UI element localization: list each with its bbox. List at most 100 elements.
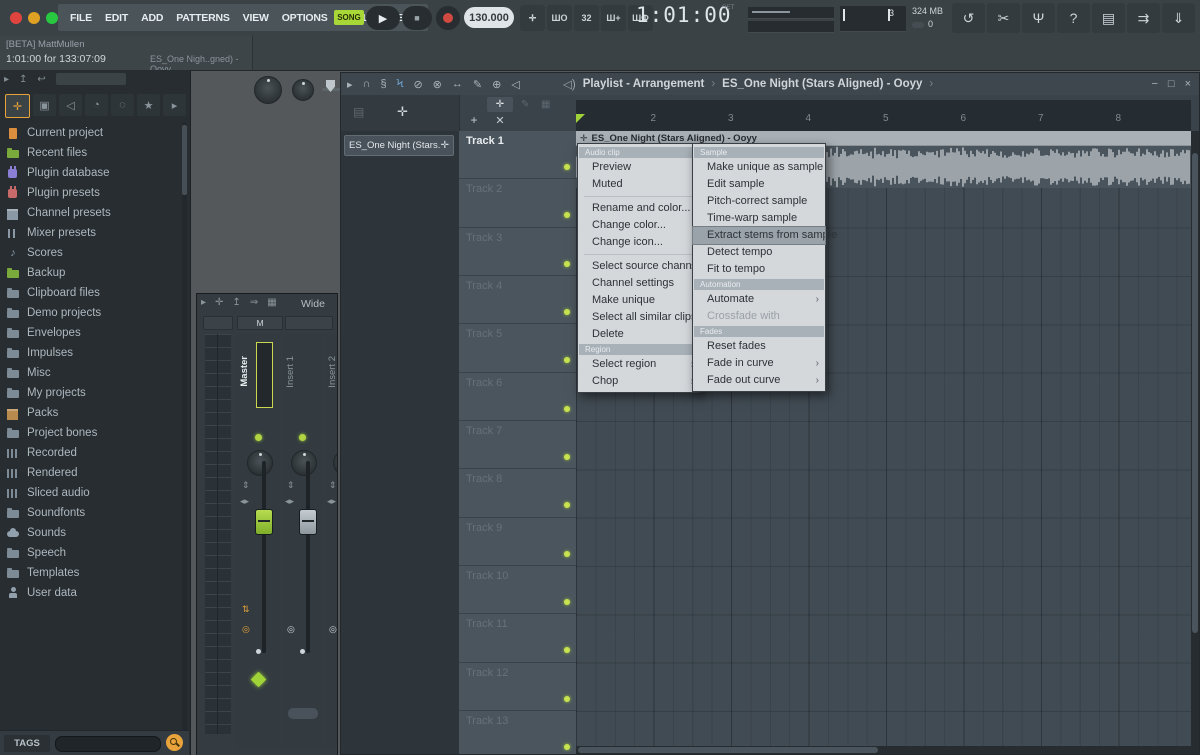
menu-item-extract-stems-from-sample[interactable]: Extract stems from sample bbox=[693, 227, 825, 244]
browser-item-rendered[interactable]: Rendered bbox=[6, 463, 178, 483]
browser-up-icon[interactable]: ↥ bbox=[19, 74, 27, 85]
menu-edit[interactable]: EDIT bbox=[105, 12, 128, 24]
typing-piano-icon[interactable]: ▤ bbox=[1092, 3, 1125, 33]
performance-tool-icon[interactable]: Ϟ bbox=[397, 78, 404, 90]
audio-clip-icon[interactable]: ✛ bbox=[397, 104, 408, 120]
browser-scrollbar[interactable] bbox=[182, 123, 187, 755]
track-header-track-11[interactable]: Track 11 bbox=[459, 614, 576, 662]
mixer-fader-handle[interactable] bbox=[299, 509, 317, 535]
fader-updown-icon[interactable]: ⇕ bbox=[287, 480, 295, 491]
browser-item-channel-presets[interactable]: Channel presets bbox=[6, 203, 178, 223]
browser-item-current-project[interactable]: Current project bbox=[6, 123, 178, 143]
mute-tool-icon[interactable]: ⊘ bbox=[413, 78, 422, 91]
playback-marker-icon[interactable]: ◁ bbox=[511, 78, 519, 91]
menu-item-select-region[interactable]: Select region› bbox=[578, 356, 700, 373]
menu-item-change-icon[interactable]: Change icon... bbox=[578, 234, 700, 251]
track-header-track-4[interactable]: Track 4 bbox=[459, 276, 576, 324]
fader-updown-icon[interactable]: ⇕ bbox=[242, 480, 250, 491]
tempo-display[interactable]: 130.000 bbox=[464, 7, 514, 28]
tab-cloud-icon[interactable]: ◌ bbox=[111, 94, 134, 116]
browser-item-speech[interactable]: Speech bbox=[6, 543, 178, 563]
track-header-track-7[interactable]: Track 7 bbox=[459, 421, 576, 469]
playlist-vertical-scrollbar[interactable] bbox=[1191, 131, 1199, 754]
fader-leftright-icon[interactable]: ◂▸ bbox=[327, 496, 336, 507]
browser-item-sliced-audio[interactable]: Sliced audio bbox=[6, 483, 178, 503]
menu-item-fade-out-curve[interactable]: Fade out curve› bbox=[693, 372, 825, 389]
menu-add[interactable]: ADD bbox=[141, 12, 163, 24]
menu-item-make-unique-as-sample[interactable]: Make unique as sample bbox=[693, 159, 825, 176]
fader-leftright-icon[interactable]: ◂▸ bbox=[285, 496, 294, 507]
browser-item-templates[interactable]: Templates bbox=[6, 563, 178, 583]
wait-input-icon[interactable]: ✛ bbox=[520, 5, 545, 31]
mixer-mute-dot[interactable] bbox=[255, 434, 262, 441]
track-mute-dot[interactable] bbox=[564, 406, 570, 412]
stretch-tool-icon[interactable]: ↔ bbox=[452, 78, 463, 90]
browser-item-backup[interactable]: Backup bbox=[6, 263, 178, 283]
fader-leftright-icon[interactable]: ◂▸ bbox=[240, 496, 249, 507]
mixer-fader-handle-master[interactable] bbox=[255, 509, 273, 535]
help-icon[interactable]: ? bbox=[1057, 3, 1090, 33]
time-display[interactable]: 1:01:00 bbox=[636, 3, 732, 27]
tab-audio-icon[interactable]: ✛ bbox=[5, 94, 30, 118]
mixer-strip-insert-2[interactable]: Insert 2 ⇕ ◂▸ ◎ bbox=[325, 334, 338, 748]
menu-item-select-all-similar-clips[interactable]: Select all similar clips bbox=[578, 309, 700, 326]
tab-recent-icon[interactable]: ◔ bbox=[85, 94, 108, 116]
mixer-route-diamond[interactable] bbox=[251, 672, 267, 688]
track-mute-dot[interactable] bbox=[564, 357, 570, 363]
countdown-icon[interactable]: 32 bbox=[574, 5, 599, 31]
track-header-track-5[interactable]: Track 5 bbox=[459, 324, 576, 372]
browser-item-envelopes[interactable]: Envelopes bbox=[6, 323, 178, 343]
browser-item-project-bones[interactable]: Project bones bbox=[6, 423, 178, 443]
mixer-plugin-slot[interactable] bbox=[288, 708, 318, 719]
tab-more-icon[interactable]: ▸ bbox=[163, 94, 186, 116]
undo-icon[interactable]: ↺ bbox=[952, 3, 985, 33]
mixer-up-icon[interactable]: ↥ bbox=[232, 297, 240, 308]
picker-grid-icon[interactable]: ▤ bbox=[353, 105, 364, 119]
mixer-col-cell[interactable] bbox=[203, 316, 233, 330]
browser-item-plugin-presets[interactable]: Plugin presets bbox=[6, 183, 178, 203]
playlist-horizontal-scrollbar[interactable] bbox=[576, 746, 1191, 754]
render-icon[interactable]: ⇓ bbox=[1162, 3, 1195, 33]
browser-item-soundfonts[interactable]: Soundfonts bbox=[6, 503, 178, 523]
track-header-track-2[interactable]: Track 2 bbox=[459, 179, 576, 227]
window-close-button[interactable] bbox=[10, 12, 22, 24]
mixer-menu-arrow-icon[interactable]: ▸ bbox=[201, 297, 206, 308]
browser-item-demo-projects[interactable]: Demo projects bbox=[6, 303, 178, 323]
track-header-track-1[interactable]: Track 1 bbox=[459, 131, 576, 179]
delete-clip-button[interactable]: ✕ bbox=[493, 113, 507, 127]
mixer-wide-label[interactable]: Wide bbox=[301, 298, 325, 310]
record-button[interactable] bbox=[436, 6, 460, 30]
timeline-ruler[interactable]: 2345678 bbox=[576, 100, 1191, 132]
tab-files-icon[interactable]: ▣ bbox=[33, 94, 56, 116]
stereo-separation-icon[interactable]: ⇅ bbox=[242, 604, 250, 615]
browser-item-impulses[interactable]: Impulses bbox=[6, 343, 178, 363]
menu-item-time-warp-sample[interactable]: Time-warp sample bbox=[693, 210, 825, 227]
main-pitch-knob[interactable] bbox=[292, 79, 314, 101]
mixer-strip-insert-1[interactable]: Insert 1 ⇕ ◂▸ ◎ bbox=[283, 334, 323, 748]
phase-invert-icon[interactable]: ◎ bbox=[242, 624, 250, 635]
picker-panel-header[interactable]: ▤ ✛ bbox=[341, 95, 460, 131]
multilink-icon[interactable]: ⇉ bbox=[1127, 3, 1160, 33]
menu-item-delete[interactable]: Delete bbox=[578, 326, 700, 343]
window-minimize-button[interactable] bbox=[28, 12, 40, 24]
browser-item-clipboard-files[interactable]: Clipboard files bbox=[6, 283, 178, 303]
tab-favorites-icon[interactable]: ★ bbox=[137, 94, 160, 116]
browser-undo-icon[interactable]: ↩ bbox=[37, 74, 45, 85]
mixer-strip-master[interactable]: Master ⇕ ◂▸ ⇅ ◎ bbox=[237, 334, 281, 748]
menu-item-edit-sample[interactable]: Edit sample bbox=[693, 176, 825, 193]
browser-item-mixer-presets[interactable]: Mixer presets bbox=[6, 223, 178, 243]
browser-item-recorded[interactable]: Recorded bbox=[6, 443, 178, 463]
loop-record-icon[interactable]: Ш+ bbox=[601, 5, 626, 31]
menu-item-fade-in-curve[interactable]: Fade in curve› bbox=[693, 355, 825, 372]
browser-item-misc[interactable]: Misc bbox=[6, 363, 178, 383]
track-mute-dot[interactable] bbox=[564, 696, 570, 702]
breadcrumb-clip[interactable]: ES_One Night (Stars Aligned) - Ooyy bbox=[722, 78, 922, 90]
track-header-track-8[interactable]: Track 8 bbox=[459, 469, 576, 517]
track-mute-dot[interactable] bbox=[564, 647, 570, 653]
mixer-fader-track[interactable] bbox=[306, 461, 310, 653]
draw-tool-icon[interactable]: ✎ bbox=[473, 78, 482, 91]
cut-icon[interactable]: ✂ bbox=[987, 3, 1020, 33]
tags-search-input[interactable] bbox=[55, 736, 161, 752]
grid-icon[interactable]: ▦ bbox=[541, 99, 550, 110]
breadcrumb-main[interactable]: Playlist - Arrangement bbox=[583, 78, 705, 90]
